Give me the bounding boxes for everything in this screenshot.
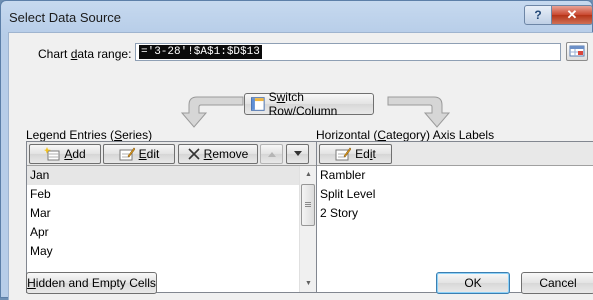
legend-entries-panel: Add Edit Remove Jan Feb Mar Apr May ▲ ▼	[26, 141, 317, 293]
switch-row-column-button[interactable]: Switch Row/Column	[244, 90, 374, 118]
switch-row-column-icon	[251, 97, 265, 111]
edit-series-button[interactable]: Edit	[103, 144, 175, 164]
list-item[interactable]: Feb	[27, 185, 316, 204]
add-series-button[interactable]: Add	[29, 144, 101, 164]
range-select-icon	[569, 45, 585, 57]
add-icon	[44, 147, 60, 161]
move-down-icon	[293, 151, 302, 156]
list-item[interactable]: Jan	[27, 166, 316, 185]
hidden-empty-cells-button[interactable]: Hidden and Empty Cells	[26, 272, 157, 294]
category-labels-panel: Edit Rambler Split Level 2 Story	[316, 141, 593, 293]
cancel-label: Cancel	[539, 276, 577, 290]
list-item[interactable]: Apr	[27, 223, 316, 242]
edit-icon	[335, 147, 352, 161]
list-item[interactable]: 2 Story	[317, 204, 593, 223]
close-button[interactable]: ✕	[551, 5, 593, 25]
edit-label: Edit	[138, 147, 160, 161]
remove-label: Remove	[203, 147, 249, 161]
hidden-empty-cells-label: Hidden and Empty Cells	[27, 276, 156, 290]
remove-series-button[interactable]: Remove	[178, 144, 258, 164]
move-down-button[interactable]	[286, 144, 309, 164]
list-item[interactable]: May	[27, 242, 316, 261]
move-up-icon	[267, 152, 276, 157]
scroll-up-icon[interactable]: ▲	[301, 166, 316, 183]
legend-entries-label: Legend Entries (Series)	[26, 128, 153, 142]
ok-button[interactable]: OK	[436, 272, 510, 294]
edit-category-button[interactable]: Edit	[319, 144, 392, 164]
scroll-thumb[interactable]	[301, 184, 315, 226]
select-data-source-dialog: Select Data Source ? ✕ Chart data range:…	[0, 0, 593, 300]
switch-arrow-left-icon	[180, 96, 244, 128]
collapse-dialog-button[interactable]	[566, 42, 588, 61]
help-icon: ?	[534, 8, 542, 22]
scroll-down-icon[interactable]: ▼	[301, 275, 316, 292]
move-up-button[interactable]	[260, 144, 283, 164]
edit-icon	[119, 147, 135, 161]
edit-label: Edit	[355, 147, 376, 161]
list-item[interactable]: Split Level	[317, 185, 593, 204]
category-toolbar: Edit	[317, 142, 593, 166]
remove-x-icon	[188, 148, 200, 160]
legend-scrollbar[interactable]: ▲ ▼	[299, 166, 316, 292]
ok-label: OK	[464, 276, 482, 290]
cancel-button[interactable]: Cancel	[521, 272, 593, 294]
list-item[interactable]: Mar	[27, 204, 316, 223]
help-button[interactable]: ?	[524, 5, 552, 25]
dialog-title: Select Data Source	[9, 10, 122, 25]
chart-data-range-label: Chart data range:	[38, 47, 132, 61]
chart-data-range-input[interactable]: ='3-28'!$A$1:$D$13	[135, 43, 561, 61]
list-item[interactable]: Rambler	[317, 166, 593, 185]
title-bar[interactable]: Select Data Source ? ✕	[1, 1, 593, 33]
close-icon: ✕	[566, 7, 578, 22]
category-axis-labels-label: Horizontal (Category) Axis Labels	[316, 128, 495, 142]
switch-arrow-right-icon	[387, 96, 451, 128]
switch-row-column-label: Switch Row/Column	[268, 90, 338, 118]
legend-toolbar: Add Edit Remove	[27, 142, 316, 166]
dialog-body: Chart data range: ='3-28'!$A$1:$D$13 Swi…	[8, 32, 593, 300]
add-label: Add	[64, 147, 86, 161]
chart-data-range-value: ='3-28'!$A$1:$D$13	[139, 45, 262, 59]
